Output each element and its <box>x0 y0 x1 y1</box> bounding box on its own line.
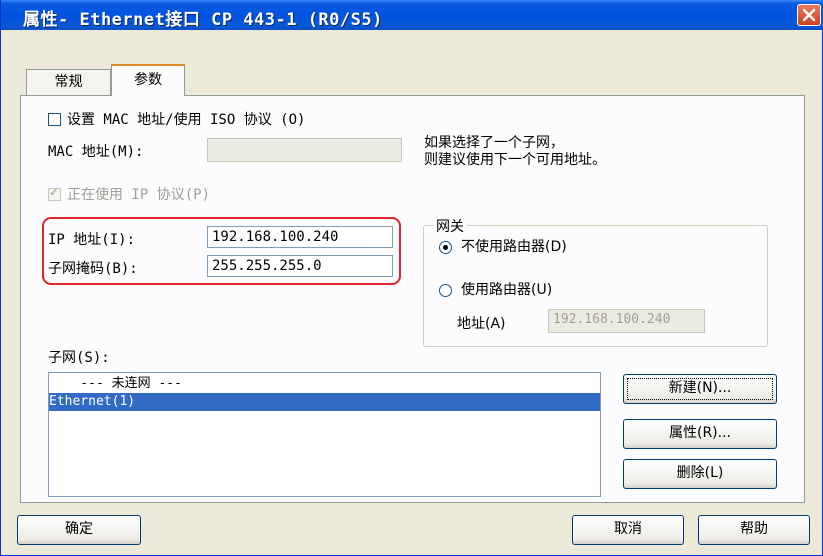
ip-protocol-checkbox[interactable] <box>48 185 61 201</box>
ip-protocol-label: 正在使用 IP 协议(P) <box>67 187 211 203</box>
gateway-address-label: 地址(A) <box>457 316 506 332</box>
cancel-button[interactable]: 取消 <box>572 515 684 545</box>
help-button[interactable]: 帮助 <box>698 515 810 545</box>
properties-dialog: 属性- Ethernet接口 CP 443-1 (R0/S5) 常规 参数 设置… <box>0 0 823 556</box>
red-annotation-box <box>42 217 401 285</box>
list-item[interactable]: Ethernet(1) <box>49 393 600 411</box>
use-router-radio[interactable] <box>439 284 452 297</box>
no-router-label: 不使用路由器(D) <box>461 239 567 255</box>
close-button[interactable] <box>797 4 821 26</box>
subnet-list-label: 子网(S): <box>48 350 110 366</box>
subnet-properties-button[interactable]: 属性(R)... <box>623 419 777 449</box>
tab-general[interactable]: 常规 <box>26 69 111 95</box>
close-icon <box>802 8 816 22</box>
no-router-radio[interactable] <box>439 241 452 254</box>
use-router-label: 使用路由器(U) <box>461 282 553 298</box>
mac-address-label: MAC 地址(M): <box>48 144 144 160</box>
gateway-group-title: 网关 <box>433 216 467 236</box>
title-bar[interactable]: 属性- Ethernet接口 CP 443-1 (R0/S5) <box>1 0 823 30</box>
focus-rect <box>627 378 773 400</box>
set-mac-checkbox[interactable] <box>48 113 61 126</box>
tab-parameters[interactable]: 参数 <box>111 64 185 96</box>
mac-address-input[interactable] <box>207 138 402 162</box>
new-subnet-button[interactable]: 新建(N)... <box>623 374 777 404</box>
subnet-listbox[interactable]: --- 未连网 --- Ethernet(1) <box>48 372 601 497</box>
gateway-address-input[interactable]: 192.168.100.240 <box>548 309 705 333</box>
set-mac-label: 设置 MAC 地址/使用 ISO 协议 (O) <box>67 112 306 128</box>
delete-subnet-button[interactable]: 删除(L) <box>623 459 777 489</box>
window-title: 属性- Ethernet接口 CP 443-1 (R0/S5) <box>23 10 383 30</box>
ok-button[interactable]: 确定 <box>17 515 141 545</box>
subnet-hint-line2: 则建议使用下一个可用地址。 <box>424 152 606 168</box>
list-item[interactable]: --- 未连网 --- <box>49 375 600 393</box>
